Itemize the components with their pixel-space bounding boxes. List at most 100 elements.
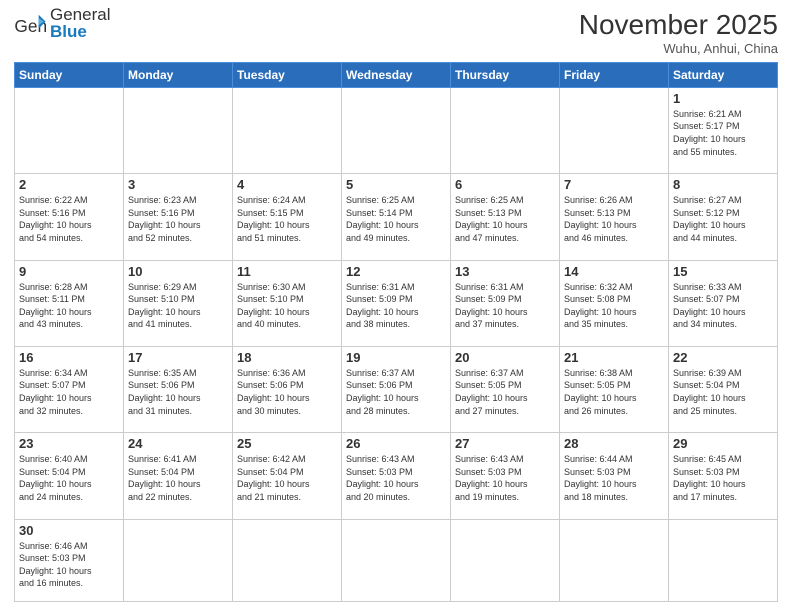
calendar-week-row: 30 Sunrise: 6:46 AMSunset: 5:03 PMDayligh…: [15, 519, 778, 601]
calendar-cell: [124, 87, 233, 173]
calendar-cell: 12Sunrise: 6:31 AMSunset: 5:09 PMDayligh…: [342, 260, 451, 346]
day-number: 2: [19, 177, 119, 192]
day-number: 28: [564, 436, 664, 451]
calendar-cell: [451, 87, 560, 173]
calendar-cell: 20Sunrise: 6:37 AMSunset: 5:05 PMDayligh…: [451, 346, 560, 432]
day-info: Sunrise: 6:22 AMSunset: 5:16 PMDaylight:…: [19, 194, 119, 244]
calendar-cell: [451, 519, 560, 601]
day-number: 18: [237, 350, 337, 365]
calendar-cell: 30 Sunrise: 6:46 AMSunset: 5:03 PMDayligh…: [15, 519, 124, 601]
day-header-wednesday: Wednesday: [342, 62, 451, 87]
day-info: Sunrise: 6:46 AMSunset: 5:03 PMDaylight:…: [19, 540, 119, 590]
calendar-cell: 16 Sunrise: 6:34 AMSunset: 5:07 PMDayligh…: [15, 346, 124, 432]
calendar-cell: [669, 519, 778, 601]
calendar-cell: 14Sunrise: 6:32 AMSunset: 5:08 PMDayligh…: [560, 260, 669, 346]
day-info: Sunrise: 6:31 AMSunset: 5:09 PMDaylight:…: [455, 281, 555, 331]
day-number: 5: [346, 177, 446, 192]
day-number: 12: [346, 264, 446, 279]
calendar-cell: 23 Sunrise: 6:40 AMSunset: 5:04 PMDayligh…: [15, 433, 124, 519]
day-number: 30: [19, 523, 119, 538]
calendar-cell: 2 Sunrise: 6:22 AMSunset: 5:16 PMDaylight…: [15, 174, 124, 260]
day-number: 8: [673, 177, 773, 192]
calendar-cell: [15, 87, 124, 173]
calendar-cell: 18 Sunrise: 6:36 AMSunset: 5:06 PMDayligh…: [233, 346, 342, 432]
day-info: Sunrise: 6:29 AMSunset: 5:10 PMDaylight:…: [128, 281, 228, 331]
day-number: 17: [128, 350, 228, 365]
calendar-cell: [342, 87, 451, 173]
calendar-cell: 6Sunrise: 6:25 AMSunset: 5:13 PMDaylight…: [451, 174, 560, 260]
day-number: 13: [455, 264, 555, 279]
day-info: Sunrise: 6:24 AMSunset: 5:15 PMDaylight:…: [237, 194, 337, 244]
calendar-cell: 22 Sunrise: 6:39 AMSunset: 5:04 PMDayligh…: [669, 346, 778, 432]
day-number: 15: [673, 264, 773, 279]
day-info: Sunrise: 6:36 AMSunset: 5:06 PMDaylight:…: [237, 367, 337, 417]
calendar-header-row: SundayMondayTuesdayWednesdayThursdayFrid…: [15, 62, 778, 87]
location-subtitle: Wuhu, Anhui, China: [579, 41, 778, 56]
calendar-week-row: 9 Sunrise: 6:28 AMSunset: 5:11 PMDaylight…: [15, 260, 778, 346]
day-info: Sunrise: 6:21 AMSunset: 5:17 PMDaylight:…: [673, 108, 773, 158]
day-number: 9: [19, 264, 119, 279]
calendar-cell: 24 Sunrise: 6:41 AMSunset: 5:04 PMDayligh…: [124, 433, 233, 519]
month-title: November 2025: [579, 10, 778, 41]
day-info: Sunrise: 6:35 AMSunset: 5:06 PMDaylight:…: [128, 367, 228, 417]
day-number: 1: [673, 91, 773, 106]
day-info: Sunrise: 6:43 AMSunset: 5:03 PMDaylight:…: [455, 453, 555, 503]
day-info: Sunrise: 6:33 AMSunset: 5:07 PMDaylight:…: [673, 281, 773, 331]
day-number: 3: [128, 177, 228, 192]
calendar-cell: 8 Sunrise: 6:27 AMSunset: 5:12 PMDaylight…: [669, 174, 778, 260]
calendar-week-row: 2 Sunrise: 6:22 AMSunset: 5:16 PMDaylight…: [15, 174, 778, 260]
calendar-cell: [124, 519, 233, 601]
calendar-cell: 7Sunrise: 6:26 AMSunset: 5:13 PMDaylight…: [560, 174, 669, 260]
logo-blue: Blue: [50, 23, 110, 42]
day-number: 26: [346, 436, 446, 451]
calendar-cell: 11 Sunrise: 6:30 AMSunset: 5:10 PMDayligh…: [233, 260, 342, 346]
calendar-cell: 9 Sunrise: 6:28 AMSunset: 5:11 PMDaylight…: [15, 260, 124, 346]
day-info: Sunrise: 6:39 AMSunset: 5:04 PMDaylight:…: [673, 367, 773, 417]
day-number: 11: [237, 264, 337, 279]
calendar-cell: 3 Sunrise: 6:23 AMSunset: 5:16 PMDaylight…: [124, 174, 233, 260]
calendar-cell: [560, 519, 669, 601]
day-info: Sunrise: 6:27 AMSunset: 5:12 PMDaylight:…: [673, 194, 773, 244]
calendar-week-row: 16 Sunrise: 6:34 AMSunset: 5:07 PMDayligh…: [15, 346, 778, 432]
day-header-saturday: Saturday: [669, 62, 778, 87]
day-number: 25: [237, 436, 337, 451]
calendar-cell: 29Sunrise: 6:45 AMSunset: 5:03 PMDayligh…: [669, 433, 778, 519]
day-info: Sunrise: 6:30 AMSunset: 5:10 PMDaylight:…: [237, 281, 337, 331]
day-number: 21: [564, 350, 664, 365]
day-number: 19: [346, 350, 446, 365]
calendar-cell: 26Sunrise: 6:43 AMSunset: 5:03 PMDayligh…: [342, 433, 451, 519]
day-header-thursday: Thursday: [451, 62, 560, 87]
page: General General Blue November 2025 Wuhu,…: [0, 0, 792, 612]
day-number: 23: [19, 436, 119, 451]
day-info: Sunrise: 6:23 AMSunset: 5:16 PMDaylight:…: [128, 194, 228, 244]
day-info: Sunrise: 6:28 AMSunset: 5:11 PMDaylight:…: [19, 281, 119, 331]
day-number: 24: [128, 436, 228, 451]
day-number: 6: [455, 177, 555, 192]
day-header-monday: Monday: [124, 62, 233, 87]
day-number: 10: [128, 264, 228, 279]
calendar-cell: 19Sunrise: 6:37 AMSunset: 5:06 PMDayligh…: [342, 346, 451, 432]
calendar-cell: 5 Sunrise: 6:25 AMSunset: 5:14 PMDaylight…: [342, 174, 451, 260]
day-info: Sunrise: 6:25 AMSunset: 5:14 PMDaylight:…: [346, 194, 446, 244]
calendar-cell: 27 Sunrise: 6:43 AMSunset: 5:03 PMDayligh…: [451, 433, 560, 519]
calendar-week-row: 1 Sunrise: 6:21 AMSunset: 5:17 PMDaylight…: [15, 87, 778, 173]
calendar-cell: 25Sunrise: 6:42 AMSunset: 5:04 PMDayligh…: [233, 433, 342, 519]
day-number: 22: [673, 350, 773, 365]
calendar-table: SundayMondayTuesdayWednesdayThursdayFrid…: [14, 62, 778, 602]
day-info: Sunrise: 6:41 AMSunset: 5:04 PMDaylight:…: [128, 453, 228, 503]
header: General General Blue November 2025 Wuhu,…: [14, 10, 778, 56]
day-info: Sunrise: 6:34 AMSunset: 5:07 PMDaylight:…: [19, 367, 119, 417]
calendar-cell: 1 Sunrise: 6:21 AMSunset: 5:17 PMDaylight…: [669, 87, 778, 173]
calendar-cell: 21Sunrise: 6:38 AMSunset: 5:05 PMDayligh…: [560, 346, 669, 432]
day-number: 7: [564, 177, 664, 192]
calendar-cell: 4Sunrise: 6:24 AMSunset: 5:15 PMDaylight…: [233, 174, 342, 260]
title-block: November 2025 Wuhu, Anhui, China: [579, 10, 778, 56]
day-number: 16: [19, 350, 119, 365]
day-info: Sunrise: 6:45 AMSunset: 5:03 PMDaylight:…: [673, 453, 773, 503]
day-number: 27: [455, 436, 555, 451]
calendar-cell: 13 Sunrise: 6:31 AMSunset: 5:09 PMDayligh…: [451, 260, 560, 346]
logo: General General Blue: [14, 10, 110, 41]
day-info: Sunrise: 6:44 AMSunset: 5:03 PMDaylight:…: [564, 453, 664, 503]
calendar-week-row: 23 Sunrise: 6:40 AMSunset: 5:04 PMDayligh…: [15, 433, 778, 519]
day-info: Sunrise: 6:40 AMSunset: 5:04 PMDaylight:…: [19, 453, 119, 503]
